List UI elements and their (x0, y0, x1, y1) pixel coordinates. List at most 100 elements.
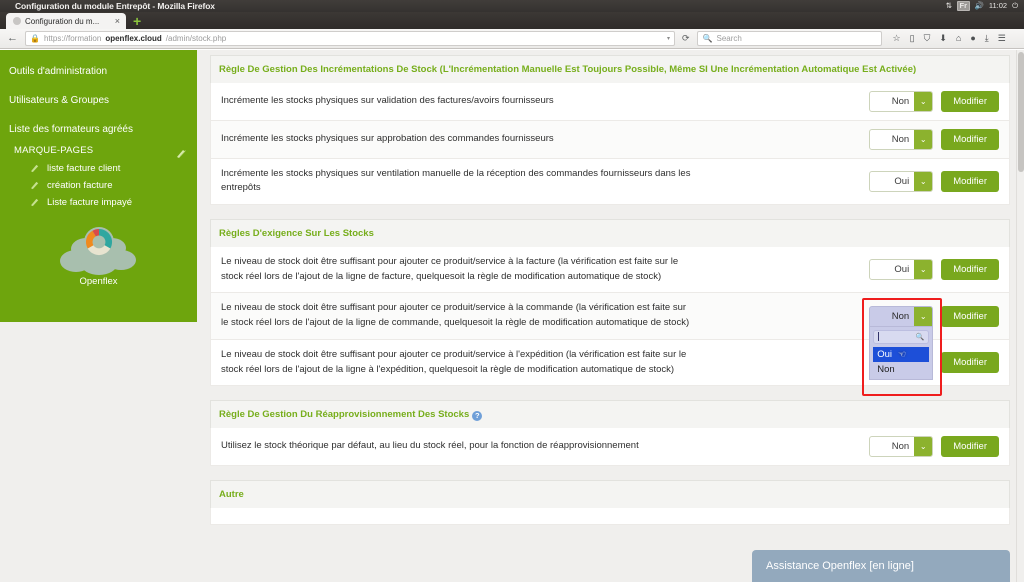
value-select[interactable]: Non ⌄ (869, 436, 934, 458)
hand-cursor-icon: ☜ (898, 348, 907, 359)
setting-label: Le niveau de stock doit être suffisant p… (221, 255, 679, 282)
bookmark-list-item[interactable]: Liste facture impayé (0, 194, 197, 211)
help-icon[interactable]: ? (472, 411, 483, 422)
value-select[interactable]: Oui ⌄ (869, 170, 934, 192)
setting-row: Incrémente les stocks physiques sur appr… (210, 120, 1010, 159)
value-select[interactable]: Oui ⌄ (869, 259, 934, 281)
setting-controls: Non ⌄ Modifier (869, 128, 999, 150)
modify-button[interactable]: Modifier (941, 128, 999, 150)
modify-button[interactable]: Modifier (941, 170, 999, 192)
downloads-icon[interactable]: ⤓ (985, 34, 989, 43)
chevron-down-icon[interactable]: ⌄ (914, 129, 933, 149)
bookmark-icon[interactable] (176, 146, 187, 158)
value-select[interactable]: Non ⌄ (869, 90, 934, 112)
section-title-autre: Autre (210, 480, 1010, 508)
bookmark-list-item[interactable]: création facture (0, 177, 197, 194)
modify-button[interactable]: Modifier (941, 90, 999, 112)
setting-row: Incrémente les stocks physiques sur vent… (210, 158, 1010, 206)
section-title-exigence: Règles D'exigence Sur Les Stocks (210, 219, 1010, 247)
text-cursor (878, 332, 880, 342)
support-chat-widget[interactable]: Assistance Openflex [en ligne] (752, 550, 1010, 582)
shield-icon[interactable]: ⛉ (924, 34, 931, 43)
support-chat-label: Assistance Openflex [en ligne] (766, 560, 914, 572)
browser-toolbar-icons: ☆ ▯ ⛉ ⬇ ⌂ ● ⤓ ☰ (893, 34, 1006, 43)
setting-row: Incrémente les stocks physiques sur vali… (210, 82, 1010, 121)
bookmark-icon (30, 198, 41, 207)
screen: Configuration du module Entrepôt - Mozil… (0, 0, 1024, 582)
chevron-down-icon[interactable]: ⌄ (914, 260, 933, 280)
bookmark-icon (30, 164, 41, 173)
chat-icon[interactable]: ● (970, 34, 975, 43)
sidebar-item-trainers-list[interactable]: Liste des formateurs agréés (0, 118, 197, 141)
select-value: Oui (894, 264, 910, 276)
chevron-down-icon[interactable]: ⌄ (914, 437, 933, 457)
page-scrollbar[interactable] (1016, 50, 1024, 582)
browser-nav-bar: ← 🔒 https://formation openflex.cloud /ad… (0, 29, 1024, 49)
bookmarks-title: MARQUE-PAGES (14, 145, 94, 156)
power-icon[interactable]: ⏻ (1012, 2, 1018, 10)
dropdown-trigger[interactable]: Non ⌄ (869, 305, 934, 327)
setting-label: Le niveau de stock doit être suffisant p… (221, 348, 687, 375)
dropdown-option-non[interactable]: Non (873, 362, 929, 377)
section-divider (210, 205, 1010, 220)
modify-button[interactable]: Modifier (941, 436, 999, 458)
search-icon: 🔍 (915, 333, 925, 341)
modify-button[interactable]: Modifier (941, 259, 999, 281)
reader-view-icon[interactable]: ▯ (910, 34, 915, 43)
back-button[interactable]: ← (5, 33, 20, 44)
bookmark-label: création facture (47, 180, 113, 191)
page-viewport: Outils d'administration Utilisateurs & G… (0, 50, 1024, 582)
search-icon: 🔍 (702, 34, 713, 43)
value-select[interactable]: Non ⌄ (869, 128, 934, 150)
url-bar[interactable]: 🔒 https://formation openflex.cloud /admi… (25, 31, 675, 46)
chevron-down-icon[interactable]: ▾ (667, 35, 670, 42)
chevron-down-icon[interactable]: ⌄ (914, 306, 933, 326)
scrollbar-thumb[interactable] (1018, 52, 1024, 172)
bookmark-icon (30, 181, 41, 190)
setting-label: Incrémente les stocks physiques sur appr… (221, 132, 554, 144)
chevron-down-icon[interactable]: ⌄ (914, 171, 933, 191)
system-tray: ⇅ Fr 🔊 11:02 ⏻ (946, 1, 1021, 11)
setting-controls: Oui ⌄ Modifier (869, 170, 999, 192)
setting-label: Incrémente les stocks physiques sur vali… (221, 94, 554, 106)
section-title-reapprovisionnement: Règle De Gestion Du Réapprovisionnement … (210, 400, 1010, 429)
os-top-panel: Configuration du module Entrepôt - Mozil… (0, 0, 1024, 12)
setting-row (210, 507, 1010, 525)
url-domain: openflex.cloud (105, 34, 162, 43)
setting-row: Utilisez le stock théorique par défaut, … (210, 428, 1010, 467)
section-title-incrementations: Règle De Gestion Des Incrémentations De … (210, 55, 1010, 83)
bookmark-list-item[interactable]: liste facture client (0, 160, 197, 177)
openflex-cloud-logo (59, 227, 136, 275)
clock[interactable]: 11:02 (989, 2, 1007, 10)
modify-button[interactable]: Modifier (941, 352, 999, 374)
dropdown-option-oui[interactable]: Oui ☜ (873, 346, 930, 362)
bookmark-star-icon[interactable]: ☆ (893, 34, 901, 43)
browser-tab[interactable]: Configuration du m... × (6, 13, 126, 29)
save-page-icon[interactable]: ⬇ (939, 34, 947, 43)
home-icon[interactable]: ⌂ (956, 34, 961, 43)
chevron-down-icon[interactable]: ⌄ (914, 91, 933, 111)
url-scheme: https://formation (43, 34, 102, 43)
browser-search-bar[interactable]: 🔍 Search (696, 31, 882, 46)
sidebar-item-users-groups[interactable]: Utilisateurs & Groupes (0, 89, 197, 112)
section-divider (210, 466, 1010, 481)
network-arrows-icon[interactable]: ⇅ (946, 2, 952, 10)
setting-controls: Oui ⌄ Modifier (869, 259, 999, 281)
modify-button[interactable]: Modifier (941, 305, 999, 327)
url-path: /admin/stock.php (165, 34, 227, 43)
menu-icon[interactable]: ☰ (998, 34, 1006, 43)
dropdown-option-label: Non (877, 363, 895, 375)
search-placeholder: Search (716, 34, 742, 43)
logo-caption: Openflex (79, 276, 118, 287)
bookmark-label: Liste facture impayé (47, 197, 133, 208)
dropdown-search-input[interactable]: 🔍 (873, 329, 930, 344)
setting-label: Le niveau de stock doit être suffisant p… (221, 302, 690, 329)
new-tab-button[interactable]: + (133, 14, 141, 28)
dropdown-panel: 🔍 Oui ☜ Non (869, 326, 934, 380)
sidebar-item-admin-tools[interactable]: Outils d'administration (0, 60, 197, 83)
reload-button[interactable]: ⟳ (680, 33, 692, 44)
close-tab-icon[interactable]: × (114, 16, 121, 26)
volume-icon[interactable]: 🔊 (975, 2, 984, 10)
keyboard-layout-indicator[interactable]: Fr (957, 1, 970, 11)
setting-label: Utilisez le stock théorique par défaut, … (221, 440, 639, 452)
